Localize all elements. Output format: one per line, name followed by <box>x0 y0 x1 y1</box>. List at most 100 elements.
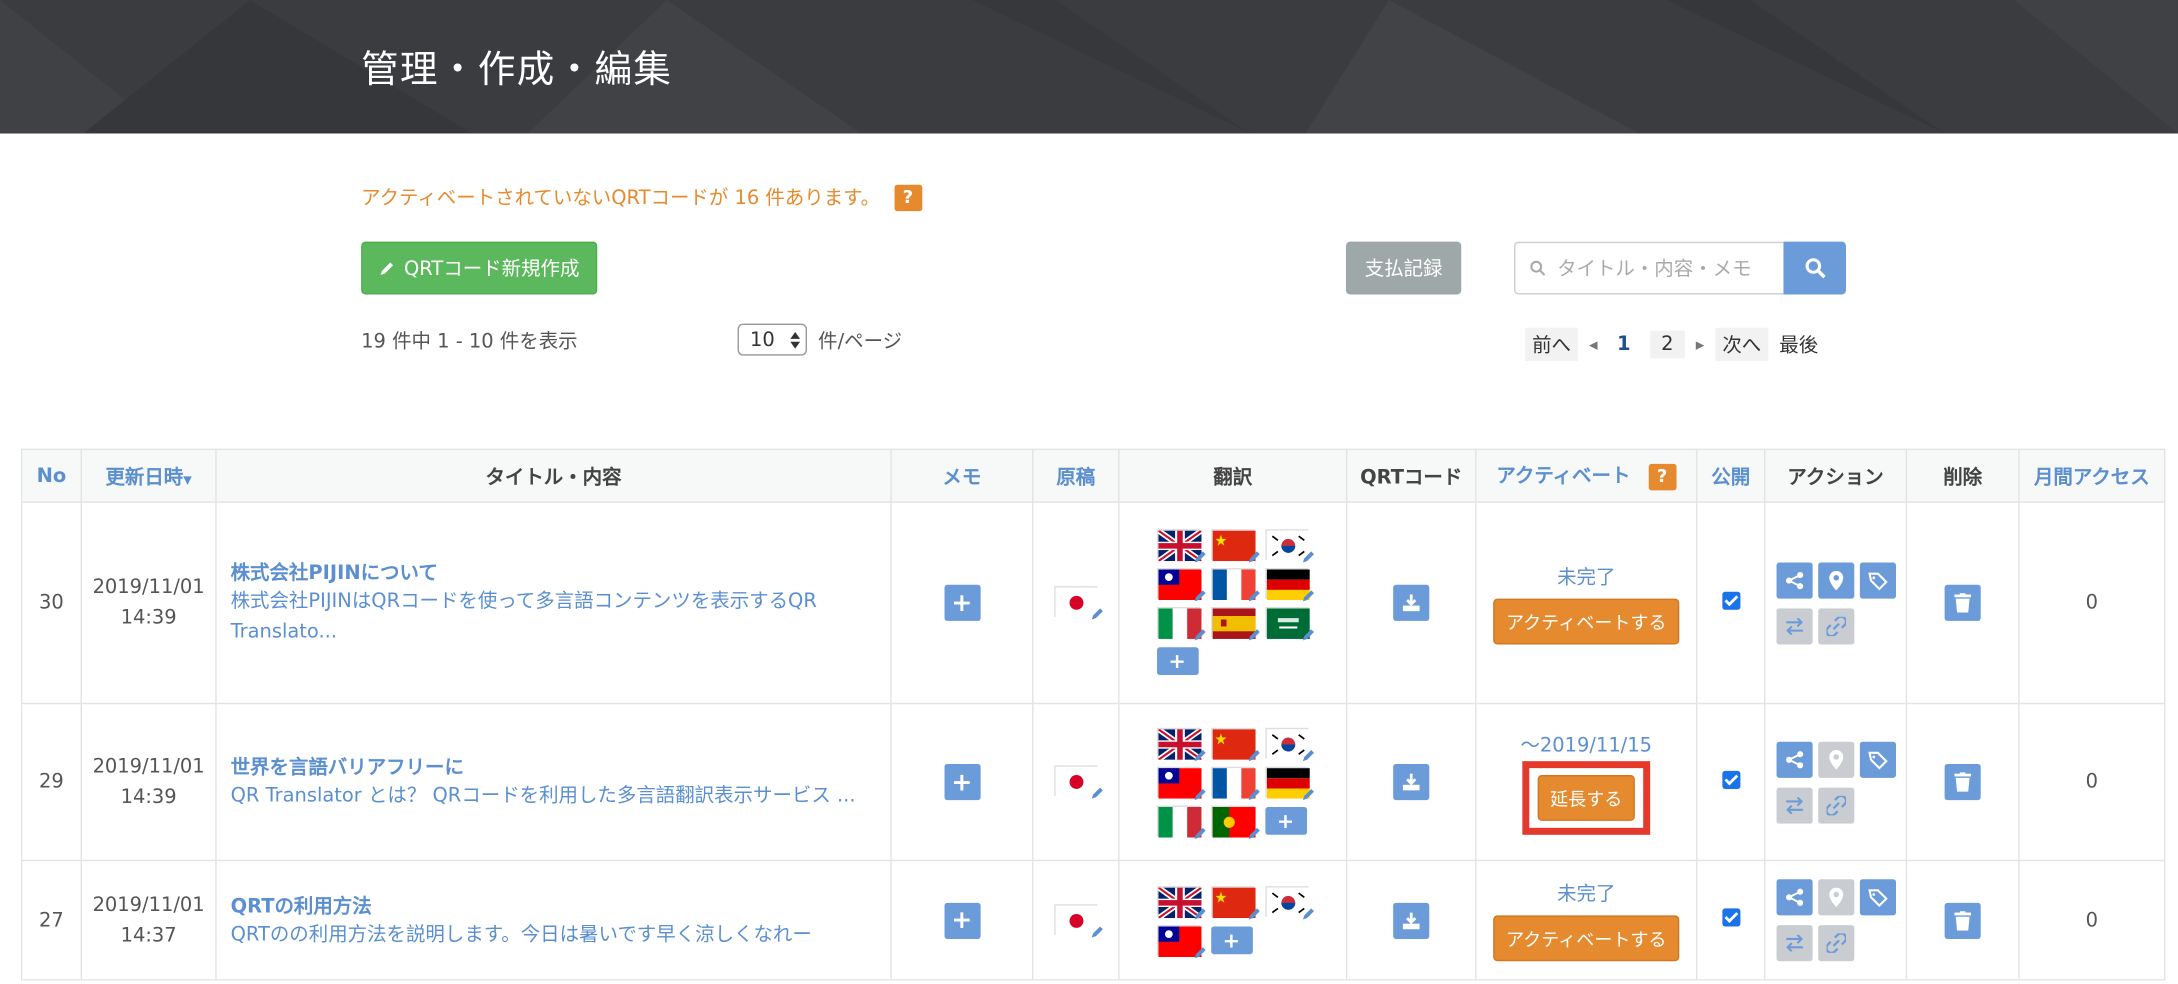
share-button[interactable] <box>1775 561 1812 598</box>
row-translations: + <box>1118 702 1348 862</box>
header-monthly[interactable]: 月間アクセス <box>2018 448 2166 503</box>
japan-flag-icon[interactable] <box>1054 586 1103 620</box>
uk-flag-icon[interactable] <box>1156 726 1205 763</box>
row-title-cell: 株式会社PIJINについて 株式会社PIJINはQRコードを使って多言語コンテン… <box>215 501 892 705</box>
extend-highlight: 延長する <box>1522 760 1651 835</box>
germany-flag-icon[interactable] <box>1264 766 1314 801</box>
swap-button[interactable] <box>1775 607 1812 644</box>
activate-button[interactable]: アクティベートする <box>1493 597 1679 644</box>
link-button[interactable] <box>1817 786 1854 823</box>
share-button[interactable] <box>1775 879 1812 916</box>
share-icon <box>1785 750 1803 768</box>
result-count: 19 件中 1 - 10 件を表示 <box>361 330 578 353</box>
france-flag-icon[interactable] <box>1210 568 1260 602</box>
taiwan-flag-icon[interactable] <box>1156 568 1205 602</box>
france-flag-icon[interactable] <box>1210 766 1260 801</box>
location-button[interactable] <box>1817 741 1854 778</box>
italy-flag-icon[interactable] <box>1156 805 1205 839</box>
next-page-link[interactable]: 次へ <box>1715 327 1769 362</box>
search-button[interactable] <box>1783 241 1846 295</box>
row-title-link[interactable]: 株式会社PIJINについて <box>231 558 891 586</box>
korea-flag-icon[interactable] <box>1264 529 1314 563</box>
add-memo-button[interactable]: + <box>943 763 980 801</box>
link-button[interactable] <box>1817 607 1854 644</box>
row-title-link[interactable]: 世界を言語バリアフリーに <box>231 753 891 781</box>
last-page-link[interactable]: 最後 <box>1779 331 1818 359</box>
public-checkbox[interactable] <box>1721 908 1740 927</box>
prev-page-link[interactable]: 前へ <box>1525 327 1578 362</box>
row-memo: + <box>890 501 1034 705</box>
public-checkbox[interactable] <box>1721 591 1740 610</box>
new-qrt-button[interactable]: QRTコード新規作成 <box>361 241 598 295</box>
delete-button[interactable] <box>1944 763 1981 801</box>
uk-flag-icon[interactable] <box>1156 884 1205 920</box>
row-date: 2019/11/01 <box>92 755 205 778</box>
row-activate: 未完了 アクティベートする <box>1475 859 1698 981</box>
header-title: タイトル・内容 <box>215 448 892 503</box>
china-flag-icon[interactable] <box>1210 885 1260 919</box>
header-no[interactable]: No <box>20 448 82 503</box>
location-button[interactable] <box>1817 879 1854 916</box>
italy-flag-icon[interactable] <box>1156 606 1205 641</box>
taiwan-flag-icon[interactable] <box>1156 766 1205 801</box>
tag-button[interactable] <box>1859 561 1896 598</box>
portugal-flag-icon[interactable] <box>1210 805 1260 839</box>
link-button[interactable] <box>1817 925 1854 962</box>
activate-button[interactable]: アクティベートする <box>1493 915 1679 962</box>
location-button[interactable] <box>1817 561 1854 598</box>
row-summary[interactable]: QR Translator とは？ QRコードを利用した多言語翻訳表示サービス … <box>231 781 891 812</box>
header-memo[interactable]: メモ <box>890 448 1034 503</box>
row-actions <box>1764 702 1908 862</box>
delete-button[interactable] <box>1944 584 1981 621</box>
add-memo-button[interactable]: + <box>943 902 980 939</box>
table-row: 27 2019/11/01 14:37 QRTの利用方法 QRTのの利用方法を説明… <box>20 859 2166 981</box>
tag-button[interactable] <box>1859 741 1896 778</box>
china-flag-icon[interactable] <box>1210 529 1260 563</box>
add-memo-button[interactable]: + <box>943 584 980 621</box>
add-translation-button[interactable]: + <box>1156 647 1199 676</box>
delete-button[interactable] <box>1944 902 1981 939</box>
japan-flag-icon[interactable] <box>1054 765 1103 799</box>
header-public[interactable]: 公開 <box>1695 448 1766 503</box>
add-translation-button[interactable]: + <box>1264 807 1307 835</box>
download-button[interactable] <box>1393 902 1430 939</box>
row-actions <box>1764 501 1908 705</box>
extend-button[interactable]: 延長する <box>1537 774 1635 821</box>
row-summary[interactable]: QRTのの利用方法を説明します。今日は暑いです早く涼しくなれー <box>231 919 891 950</box>
tag-button[interactable] <box>1859 879 1896 916</box>
japan-flag-icon[interactable] <box>1054 903 1103 937</box>
link-icon <box>1825 795 1846 815</box>
public-checkbox[interactable] <box>1721 770 1740 789</box>
header-updated[interactable]: 更新日時▼ <box>80 448 217 503</box>
taiwan-flag-icon[interactable] <box>1156 924 1205 958</box>
share-button[interactable] <box>1775 741 1812 778</box>
per-page-select[interactable]: 10 <box>737 323 808 356</box>
china-flag-icon[interactable] <box>1210 727 1260 762</box>
korea-flag-icon[interactable] <box>1264 727 1314 762</box>
row-time: 14:39 <box>120 786 177 809</box>
germany-flag-icon[interactable] <box>1264 568 1314 602</box>
download-button[interactable] <box>1393 584 1430 621</box>
row-delete <box>1905 702 2020 862</box>
uk-flag-icon[interactable] <box>1156 528 1205 564</box>
payment-history-button[interactable]: 支払記録 <box>1345 241 1462 295</box>
swap-button[interactable] <box>1775 925 1812 962</box>
help-icon[interactable]: ? <box>1648 463 1677 491</box>
search-input[interactable]: タイトル・内容・メモ <box>1514 241 1785 295</box>
spain-flag-icon[interactable] <box>1210 606 1260 641</box>
inactive-notice-text: アクティベートされていないQRTコードが 16 件あります。 <box>361 187 881 210</box>
download-button[interactable] <box>1393 763 1430 801</box>
exchange-icon <box>1785 934 1803 952</box>
swap-button[interactable] <box>1775 786 1812 823</box>
link-icon <box>1825 616 1846 636</box>
korea-flag-icon[interactable] <box>1264 885 1314 919</box>
page-2-link[interactable]: 2 <box>1650 330 1685 359</box>
page-1-link[interactable]: 1 <box>1609 331 1639 359</box>
add-translation-button[interactable]: + <box>1210 925 1253 954</box>
row-title-link[interactable]: QRTの利用方法 <box>231 891 891 919</box>
row-summary[interactable]: 株式会社PIJINはQRコードを使って多言語コンテンツを表示するQR Trans… <box>231 586 891 647</box>
header-original[interactable]: 原稿 <box>1032 448 1120 503</box>
header-activate[interactable]: アクティベート ? <box>1475 448 1698 503</box>
help-icon[interactable]: ? <box>894 184 922 211</box>
saudi-flag-icon[interactable] <box>1264 606 1314 641</box>
